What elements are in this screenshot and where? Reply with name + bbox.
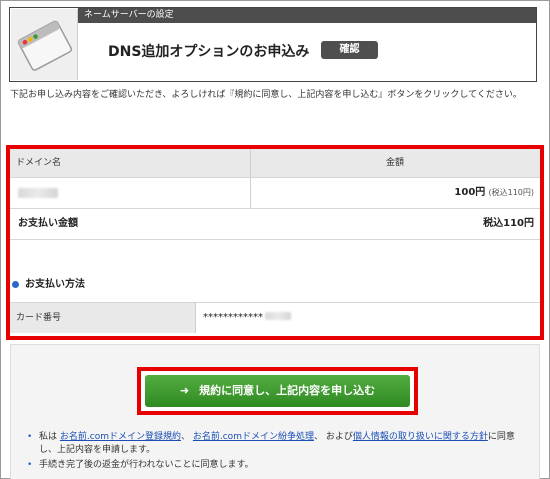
privacy-policy-link[interactable]: 個人情報の取り扱いに関する方針	[353, 432, 488, 442]
note-text: 、 および	[313, 432, 353, 442]
step-badge: 確認	[321, 41, 378, 59]
terms-note-1: 私は お名前.comドメイン登録規約、 お名前.comドメイン紛争処理、 および…	[25, 431, 530, 457]
note-text: 、	[180, 432, 190, 442]
card-number-value: ************	[203, 303, 291, 333]
domain-name-redacted	[18, 178, 58, 208]
column-header-amount: 金額	[385, 158, 404, 168]
page-header: ネームサーバーの設定 DNS追加オプションのお申込み 確認	[9, 7, 537, 82]
table-header-row: ドメイン名 金額	[10, 149, 540, 178]
column-header-domain: ドメイン名	[16, 158, 62, 168]
payment-method-label: お支払い方法	[25, 279, 85, 290]
card-number-masked: ************	[203, 312, 263, 323]
domain-terms-link[interactable]: お名前.comドメイン登録規約	[60, 432, 181, 442]
submit-button-label: 規約に同意し、上記内容を申し込む	[199, 384, 376, 397]
card-number-row: カード番号 ************	[10, 302, 540, 333]
header-section-label: ネームサーバーの設定	[78, 8, 536, 23]
price-cell: 100円 (税込110円)	[454, 178, 534, 208]
bullet-dot-icon	[12, 280, 19, 288]
total-label: お支払い金額	[18, 218, 78, 229]
price-tax: (税込110円)	[488, 188, 534, 197]
total-value: 税込110円	[483, 218, 534, 229]
note-text: 私は	[39, 432, 58, 442]
page-title: DNS追加オプションのお申込み	[108, 44, 310, 60]
terms-note-2: 手続き完了後の返金が行われないことに同意します。	[25, 459, 530, 472]
total-row: お支払い金額 税込110円	[10, 209, 540, 240]
table-row: 100円 (税込110円)	[10, 178, 540, 209]
instruction-text: 下記お申し込み内容をご確認いただき、よろしければ『規約に同意し、上記内容を申し込…	[10, 90, 522, 100]
arrow-right-icon: ➜	[179, 384, 190, 397]
browser-window-icon	[11, 9, 78, 80]
submit-section: ➜ 規約に同意し、上記内容を申し込む 私は お名前.comドメイン登録規約、 お名…	[10, 344, 540, 479]
price-value: 100円	[454, 187, 486, 198]
card-number-label: カード番号	[10, 303, 195, 333]
payment-method-heading: お支払い方法	[12, 275, 85, 290]
order-summary-highlight: ドメイン名 金額 100円 (税込110円) お支払い金額 税込110円 お支払…	[6, 145, 544, 340]
terms-notes: 私は お名前.comドメイン登録規約、 お名前.comドメイン紛争処理、 および…	[25, 431, 530, 474]
submit-button-highlight: ➜ 規約に同意し、上記内容を申し込む	[137, 367, 418, 415]
agree-and-submit-button[interactable]: ➜ 規約に同意し、上記内容を申し込む	[145, 375, 410, 407]
dispute-policy-link[interactable]: お名前.comドメイン紛争処理	[193, 432, 314, 442]
